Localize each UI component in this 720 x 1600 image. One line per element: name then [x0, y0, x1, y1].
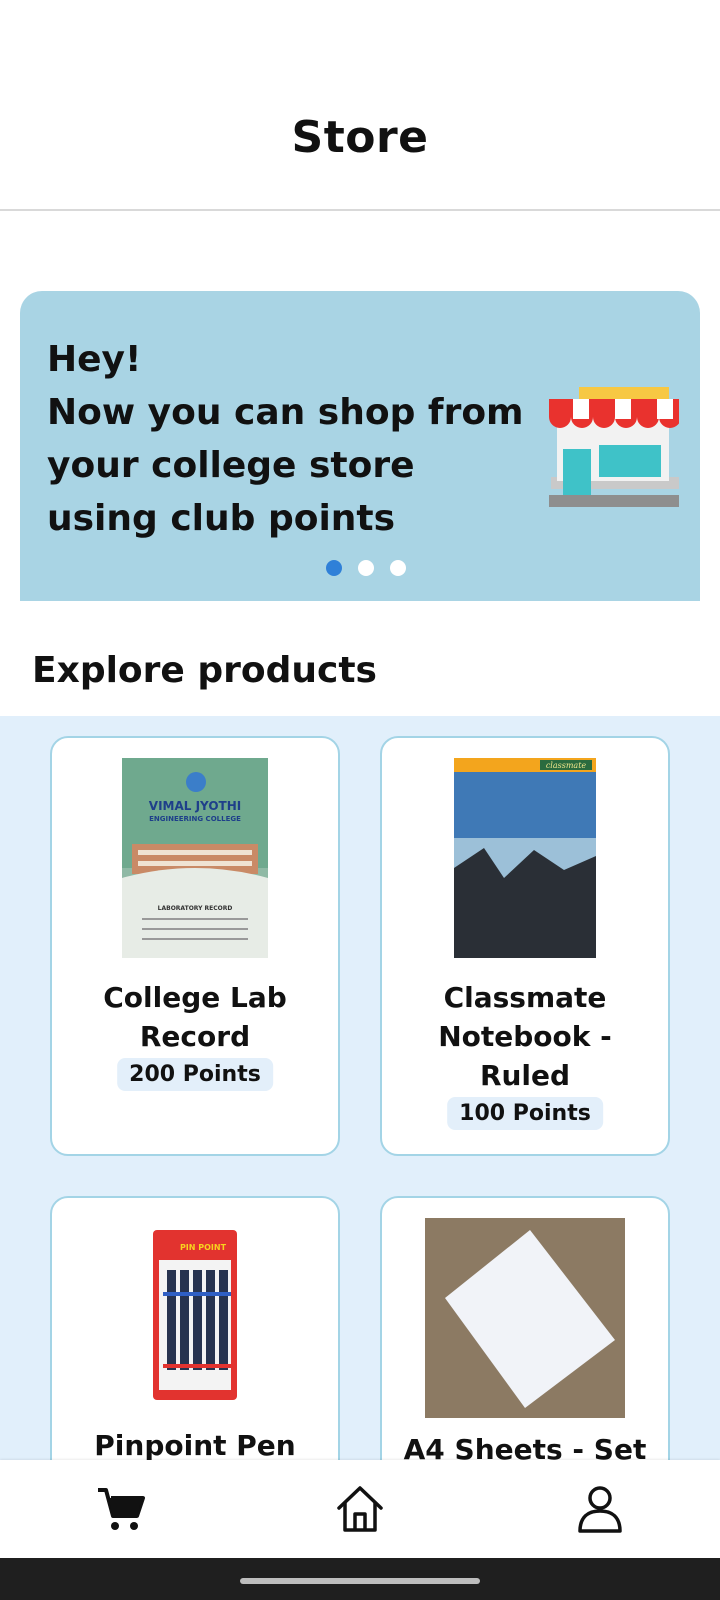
section-title: Explore products — [32, 650, 377, 691]
app-header: Store — [0, 0, 720, 211]
points-badge: 100 Points — [447, 1097, 603, 1130]
bottom-navigation — [0, 1460, 720, 1558]
carousel-dots[interactable] — [20, 560, 700, 576]
image-text: ENGINEERING COLLEGE — [149, 815, 241, 823]
product-card[interactable]: classmate Classmate Notebook - Ruled 100… — [380, 736, 670, 1156]
product-card[interactable]: PIN POINT Pinpoint Pen — [50, 1196, 340, 1460]
product-image: classmate — [454, 758, 596, 958]
carousel-dot-active[interactable] — [326, 560, 342, 576]
product-name-line: Record — [139, 1020, 251, 1053]
banner-line: your college store — [47, 445, 415, 486]
product-image — [425, 1218, 625, 1418]
product-name: A4 Sheets - Set — [382, 1430, 668, 1460]
promo-banner[interactable]: Hey! Now you can shop from your college … — [20, 291, 700, 601]
product-name: Classmate Notebook - Ruled — [382, 978, 668, 1095]
home-icon[interactable] — [335, 1484, 385, 1534]
product-grid[interactable]: VIMAL JYOTHI ENGINEERING COLLEGE LABORAT… — [0, 716, 720, 1460]
carousel-dot[interactable] — [390, 560, 406, 576]
product-name-line: Pinpoint Pen — [94, 1429, 296, 1460]
product-name: Pinpoint Pen — [52, 1426, 338, 1460]
banner-line: Hey! — [47, 339, 142, 380]
product-card[interactable]: A4 Sheets - Set — [380, 1196, 670, 1460]
product-name-line: Notebook - — [438, 1020, 612, 1053]
product-name: College Lab Record — [52, 978, 338, 1056]
product-name-line: Ruled — [479, 1059, 571, 1092]
product-image: VIMAL JYOTHI ENGINEERING COLLEGE LABORAT… — [122, 758, 268, 958]
carousel-dot[interactable] — [358, 560, 374, 576]
system-gesture-bar — [0, 1558, 720, 1600]
page-title: Store — [291, 112, 429, 163]
product-name-line: College Lab — [103, 981, 287, 1014]
store-front-icon — [549, 387, 679, 507]
gesture-handle[interactable] — [240, 1578, 480, 1584]
image-text: classmate — [546, 761, 587, 770]
banner-line: using club points — [47, 498, 396, 539]
points-badge: 200 Points — [117, 1058, 273, 1091]
product-name-line: Classmate — [443, 981, 607, 1014]
cart-icon[interactable] — [96, 1484, 146, 1534]
product-name-line: A4 Sheets - Set — [403, 1433, 647, 1460]
profile-icon[interactable] — [575, 1484, 625, 1534]
banner-line: Now you can shop from — [47, 392, 524, 433]
banner-message: Hey! Now you can shop from your college … — [47, 333, 524, 545]
product-card[interactable]: VIMAL JYOTHI ENGINEERING COLLEGE LABORAT… — [50, 736, 340, 1156]
image-text: LABORATORY RECORD — [158, 905, 233, 912]
product-image: PIN POINT — [153, 1230, 237, 1400]
image-text: PIN POINT — [180, 1243, 227, 1252]
image-text: VIMAL JYOTHI — [149, 799, 241, 813]
